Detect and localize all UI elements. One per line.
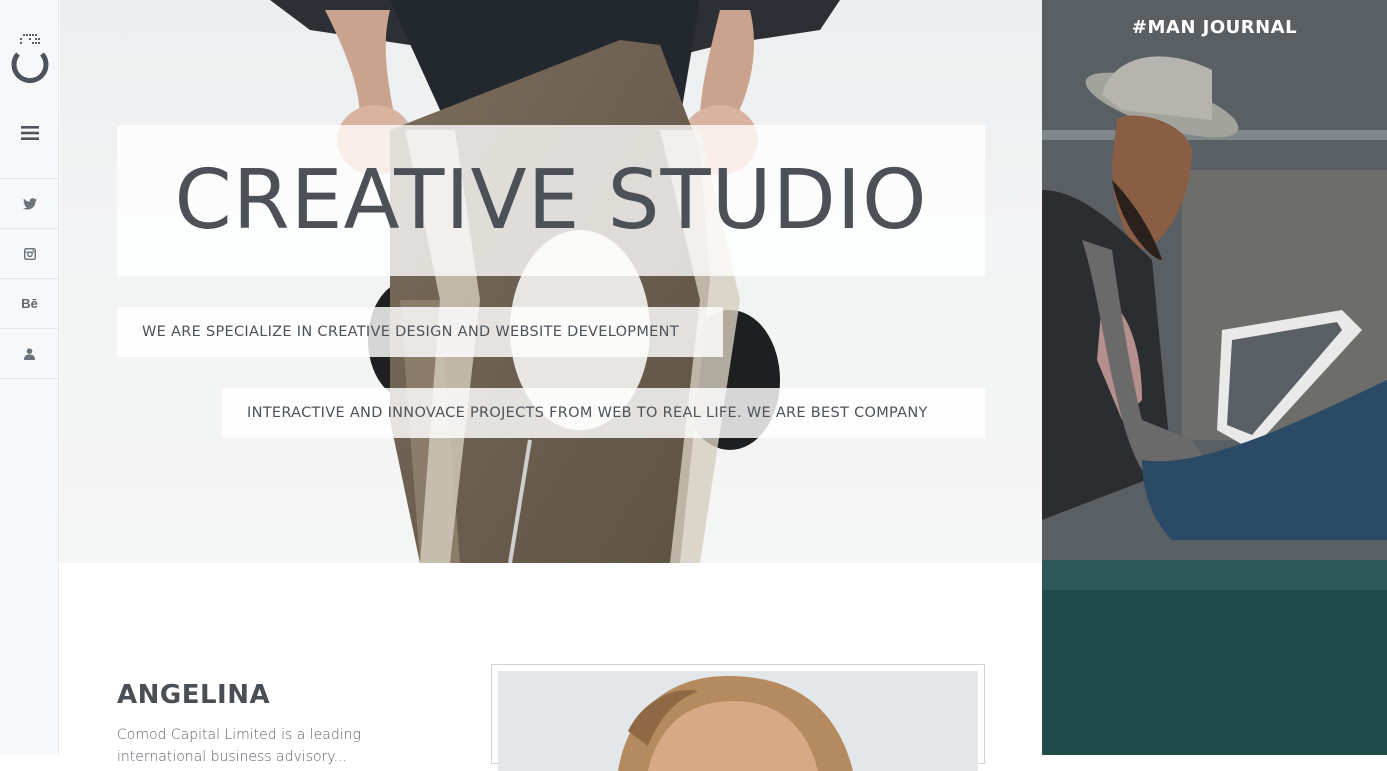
behance-link[interactable]: Bē <box>0 278 59 328</box>
about-name: ANGELINA <box>117 680 271 710</box>
twitter-icon <box>22 197 37 210</box>
instagram-link[interactable] <box>0 228 59 278</box>
menu-button[interactable] <box>0 108 59 158</box>
profile-photo-frame <box>491 664 985 771</box>
studio-logo-icon[interactable] <box>10 32 50 88</box>
hero-title: CREATIVE STUDIO <box>174 152 928 248</box>
account-link[interactable] <box>0 328 59 379</box>
sidebar: Bē <box>0 0 59 755</box>
social-links: Bē <box>0 178 59 379</box>
hero-section: CREATIVE STUDIO WE ARE SPECIALIZE IN CRE… <box>60 0 1042 563</box>
hamburger-menu-icon <box>20 126 39 140</box>
twitter-link[interactable] <box>0 178 59 228</box>
profile-photo <box>498 671 978 771</box>
hero-tagline-1: WE ARE SPECIALIZE IN CREATIVE DESIGN AND… <box>117 307 723 357</box>
user-icon <box>24 347 35 360</box>
about-text: Comod Capital Limited is a leading inter… <box>117 727 361 765</box>
hero-tagline-2: INTERACTIVE AND INNOVACE PROJECTS FROM W… <box>222 388 985 438</box>
journal-title: #MAN JOURNAL <box>1131 17 1298 38</box>
behance-icon: Bē <box>21 296 38 311</box>
journal-panel[interactable]: #MAN JOURNAL <box>1042 0 1387 755</box>
instagram-icon <box>23 247 36 260</box>
hero-title-box: CREATIVE STUDIO <box>117 125 985 276</box>
journal-cover-image <box>1042 0 1387 755</box>
hero-bag-photo <box>270 0 840 563</box>
